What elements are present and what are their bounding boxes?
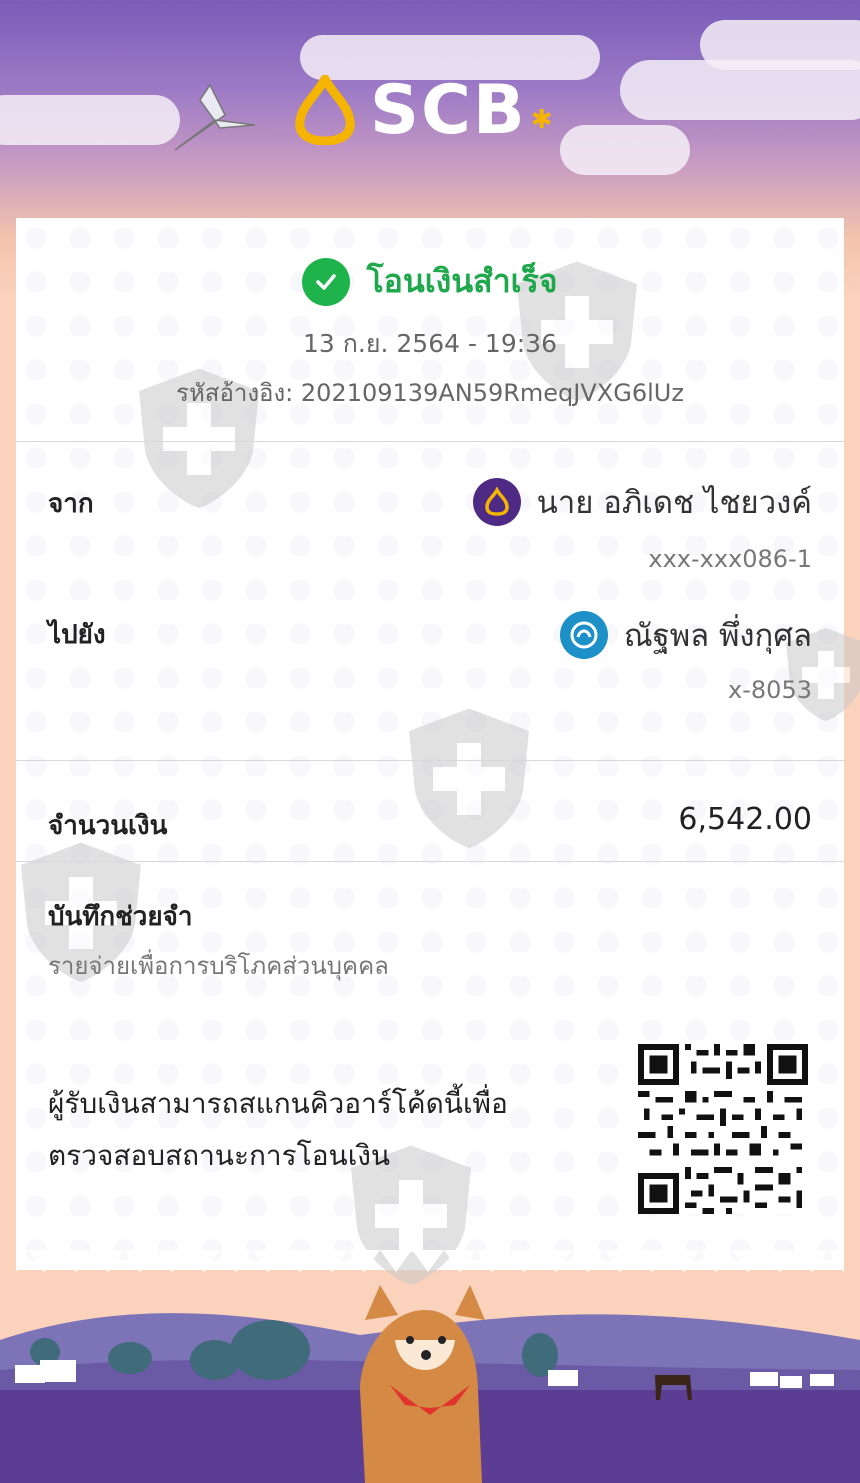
header-banner: SCB ✱ [0, 0, 860, 218]
from-account-row: นาย อภิเดช ไชยวงค์ [472, 477, 812, 527]
kbank-icon [559, 611, 608, 659]
from-account-number: xxx-xxx086-1 [648, 545, 812, 573]
scb-logo-icon [295, 75, 355, 145]
scb-logo: SCB ✱ [290, 70, 553, 150]
divider [16, 760, 844, 761]
memo-text: รายจ่ายเพื่อการบริโภคส่วนบุคคล [48, 952, 389, 980]
success-check-icon [302, 257, 351, 306]
shiba-dog-mascot [360, 1285, 485, 1483]
lavender-field-illustration [0, 1285, 860, 1483]
to-account-row: ณัฐพล พึ่งกุศล [559, 610, 812, 660]
sparkle-icon: ✱ [530, 105, 553, 135]
transaction-reference: รหัสอ้างอิง: 202109139AN59RmeqJVXG6lUz [176, 379, 684, 407]
memo-label: บันทึกช่วยจำ [48, 902, 193, 932]
status-row: โอนเงินสำเร็จ [16, 256, 844, 307]
scb-logo-text: SCB [370, 70, 527, 150]
bird-illustration [174, 83, 256, 151]
from-name: นาย อภิเดช ไชยวงค์ [536, 485, 812, 521]
transfer-receipt: โอนเงินสำเร็จ 13 ก.ย. 2564 - 19:36 รหัสอ… [16, 218, 860, 1285]
to-label: ไปยัง [48, 620, 106, 650]
status-title: โอนเงินสำเร็จ [366, 262, 558, 300]
to-name: ณัฐพล พึ่งกุศล [623, 618, 812, 654]
from-label: จาก [48, 489, 94, 519]
amount-value: 6,542.00 [678, 802, 812, 837]
divider [16, 441, 844, 442]
amount-label: จำนวนเงิน [48, 811, 168, 841]
status-section: โอนเงินสำเร็จ 13 ก.ย. 2564 - 19:36 รหัสอ… [16, 218, 844, 441]
shield-watermark-icon [409, 708, 529, 848]
qr-instruction-line-2: ตรวจสอบสถานะการโอนเงิน [48, 1139, 391, 1172]
to-account-number: x-8053 [728, 676, 812, 704]
verification-qr-code[interactable] [638, 1044, 808, 1214]
transaction-datetime: 13 ก.ย. 2564 - 19:36 [303, 329, 557, 358]
scb-bank-icon [472, 478, 521, 526]
qr-instruction: ผู้รับเงินสามารถสแกนคิวอาร์โค้ดนี้เพื่อ … [48, 1078, 568, 1182]
divider [16, 861, 844, 862]
qr-instruction-line-1: ผู้รับเงินสามารถสแกนคิวอาร์โค้ดนี้เพื่อ [48, 1087, 508, 1120]
